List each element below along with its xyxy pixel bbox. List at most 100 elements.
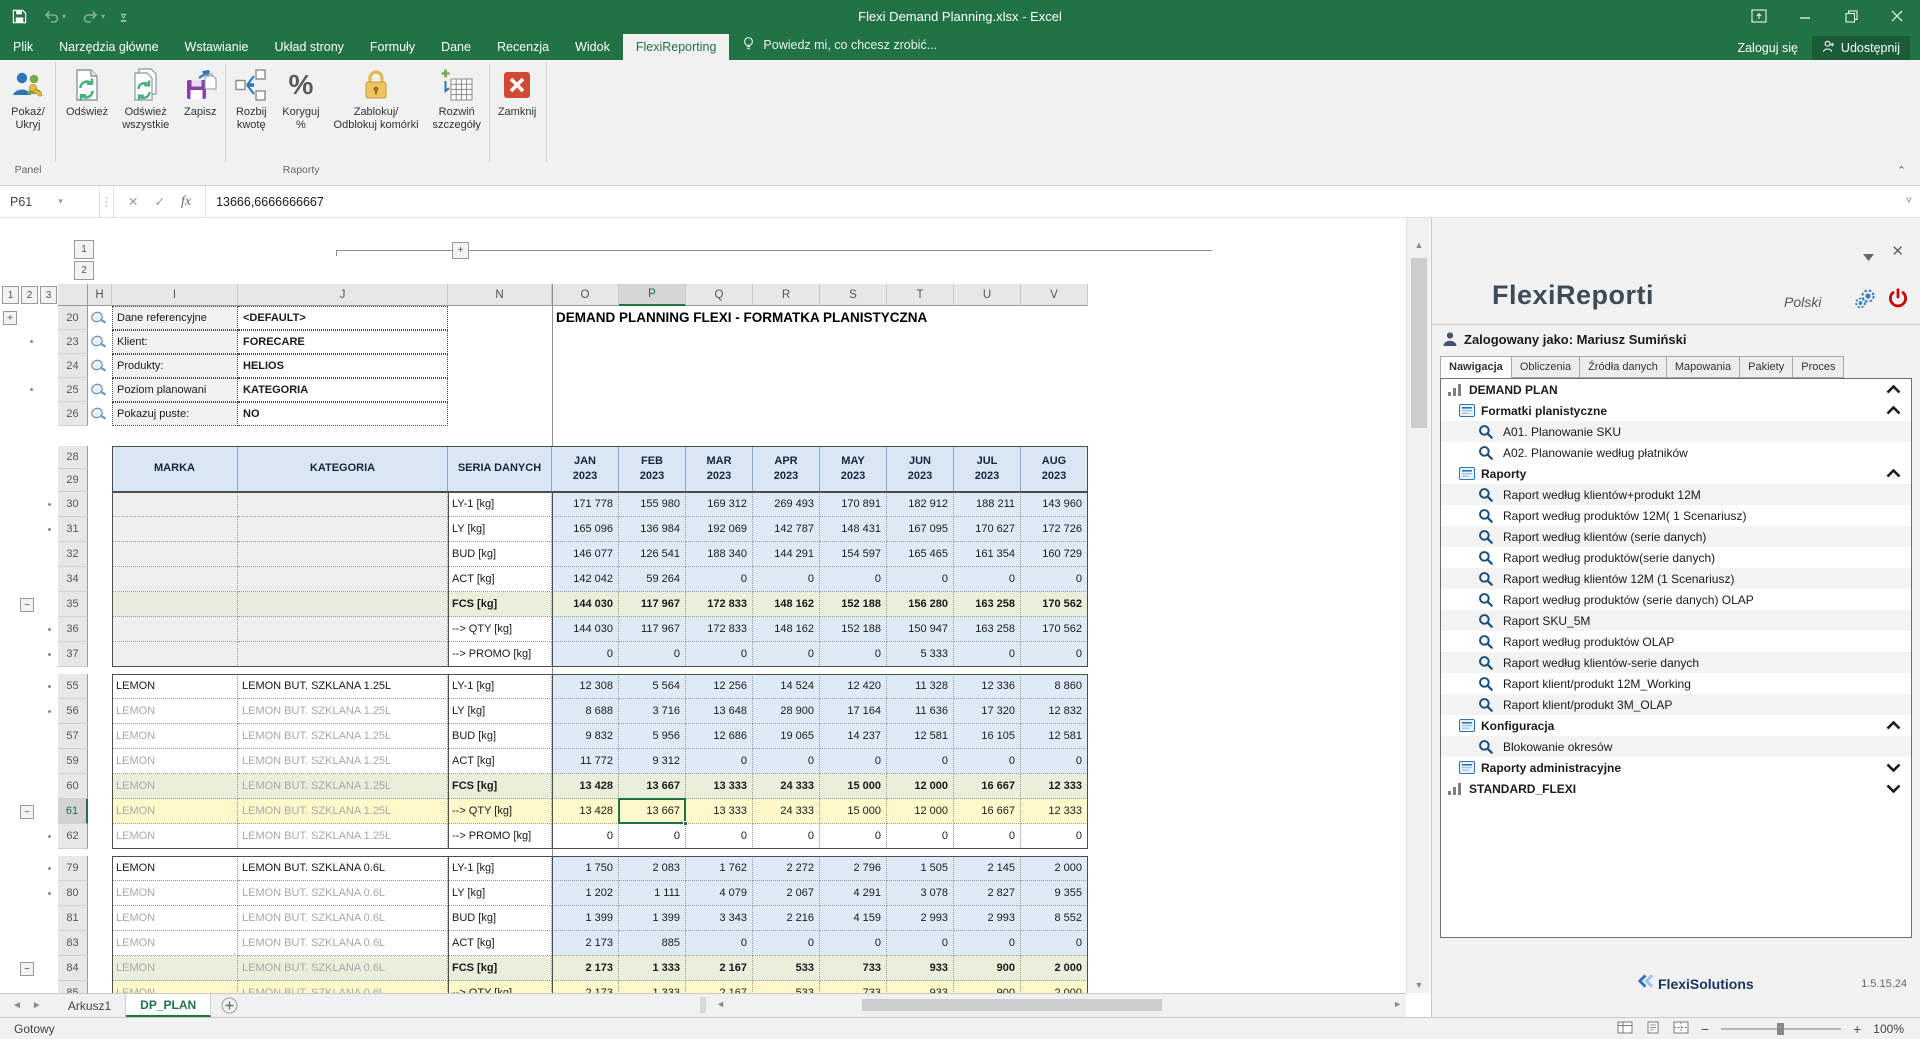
namebox-dropdown-icon[interactable]: ▾ bbox=[58, 196, 63, 207]
cell-Q55[interactable]: 12 256 bbox=[686, 674, 753, 699]
cell-U80[interactable]: 2 827 bbox=[954, 881, 1021, 906]
cell-S56[interactable]: 17 164 bbox=[820, 699, 887, 724]
cell-V34[interactable]: 0 bbox=[1021, 567, 1088, 592]
cell-U57[interactable]: 16 105 bbox=[954, 724, 1021, 749]
ribbon-button-poka-ukryj[interactable]: Pokaż/Ukryj bbox=[4, 62, 52, 164]
cell-marka-30[interactable] bbox=[112, 492, 238, 517]
cell-marka-56[interactable]: LEMON bbox=[112, 699, 238, 724]
cell-P80[interactable]: 1 111 bbox=[619, 881, 686, 906]
row-outline-level-1[interactable]: 1 bbox=[2, 286, 19, 304]
cell-seria-31[interactable]: LY [kg] bbox=[448, 517, 552, 542]
customize-qat-icon[interactable]: ▿̲ bbox=[121, 11, 126, 22]
tree-item-raporty-administracyjne[interactable]: Raporty administracyjne bbox=[1441, 757, 1911, 778]
tree-item-formatki-planistyczne[interactable]: Formatki planistyczne bbox=[1441, 400, 1911, 421]
cell-T79[interactable]: 1 505 bbox=[887, 856, 954, 881]
cell-T57[interactable]: 12 581 bbox=[887, 724, 954, 749]
cell-kategoria-55[interactable]: LEMON BUT. SZKLANA 1.25L bbox=[238, 674, 448, 699]
cell-T59[interactable]: 0 bbox=[887, 749, 954, 774]
scroll-up-icon[interactable]: ▲ bbox=[1407, 240, 1431, 250]
cell-P55[interactable]: 5 564 bbox=[619, 674, 686, 699]
cell-Q37[interactable]: 0 bbox=[686, 642, 753, 667]
ribbon-button-od-wie[interactable]: Odśwież bbox=[59, 62, 115, 164]
cell-P81[interactable]: 1 399 bbox=[619, 906, 686, 931]
cell-O37[interactable]: 0 bbox=[552, 642, 619, 667]
cell-V60[interactable]: 12 333 bbox=[1021, 774, 1088, 799]
cell-U34[interactable]: 0 bbox=[954, 567, 1021, 592]
sign-in-link[interactable]: Zaloguj się bbox=[1737, 41, 1797, 55]
row-number-25[interactable]: 25 bbox=[58, 378, 88, 402]
cell-S31[interactable]: 148 431 bbox=[820, 517, 887, 542]
cell-O80[interactable]: 1 202 bbox=[552, 881, 619, 906]
row-number-31[interactable]: 31 bbox=[58, 517, 88, 542]
cell-Q80[interactable]: 4 079 bbox=[686, 881, 753, 906]
cell-O56[interactable]: 8 688 bbox=[552, 699, 619, 724]
cell-marka-59[interactable]: LEMON bbox=[112, 749, 238, 774]
zoom-in-icon[interactable]: + bbox=[1853, 1021, 1861, 1037]
cell-O81[interactable]: 1 399 bbox=[552, 906, 619, 931]
cell-S30[interactable]: 170 891 bbox=[820, 492, 887, 517]
tab-recenzja[interactable]: Recenzja bbox=[484, 34, 562, 60]
cell-V80[interactable]: 9 355 bbox=[1021, 881, 1088, 906]
cell-R32[interactable]: 144 291 bbox=[753, 542, 820, 567]
power-logout-icon[interactable] bbox=[1888, 288, 1908, 313]
cell-kategoria-80[interactable]: LEMON BUT. SZKLANA 0.6L bbox=[238, 881, 448, 906]
save-icon[interactable] bbox=[12, 9, 27, 24]
cell-O30[interactable]: 171 778 bbox=[552, 492, 619, 517]
tab-flexireporting[interactable]: FlexiReporting bbox=[623, 34, 730, 60]
horizontal-scroll-thumb[interactable] bbox=[862, 999, 1162, 1011]
cell-O83[interactable]: 2 173 bbox=[552, 931, 619, 956]
cell-S36[interactable]: 152 188 bbox=[820, 617, 887, 642]
cell-kategoria-85[interactable]: LEMON BUT. SZKLANA 0.6L bbox=[238, 981, 448, 993]
cell-Q35[interactable]: 172 833 bbox=[686, 592, 753, 617]
cell-Q81[interactable]: 3 343 bbox=[686, 906, 753, 931]
cell-S37[interactable]: 0 bbox=[820, 642, 887, 667]
cell-R81[interactable]: 2 216 bbox=[753, 906, 820, 931]
cell-Q59[interactable]: 0 bbox=[686, 749, 753, 774]
pane-tab-proces[interactable]: Proces bbox=[1793, 356, 1844, 378]
row-number-61[interactable]: 61 bbox=[58, 799, 88, 824]
tab-uk-ad-strony[interactable]: Układ strony bbox=[261, 34, 356, 60]
cell-P37[interactable]: 0 bbox=[619, 642, 686, 667]
magnifier-icon[interactable] bbox=[90, 406, 107, 426]
pane-tab-mapowania[interactable]: Mapowania bbox=[1667, 356, 1740, 378]
cell-V79[interactable]: 2 000 bbox=[1021, 856, 1088, 881]
cell-kategoria-34[interactable] bbox=[238, 567, 448, 592]
row-number-28[interactable]: 28 bbox=[58, 446, 88, 469]
cell-R84[interactable]: 533 bbox=[753, 956, 820, 981]
column-header-T[interactable]: T bbox=[887, 284, 954, 306]
cell-seria-32[interactable]: BUD [kg] bbox=[448, 542, 552, 567]
cell-seria-37[interactable]: --> PROMO [kg] bbox=[448, 642, 552, 667]
scroll-down-icon[interactable]: ▼ bbox=[1407, 980, 1431, 990]
table-header-month-jan[interactable]: JAN2023 bbox=[552, 446, 619, 492]
cell-O32[interactable]: 146 077 bbox=[552, 542, 619, 567]
cell-O34[interactable]: 142 042 bbox=[552, 567, 619, 592]
cell-P85[interactable]: 1 333 bbox=[619, 981, 686, 993]
cell-seria-30[interactable]: LY-1 [kg] bbox=[448, 492, 552, 517]
tree-item-demand-plan[interactable]: DEMAND PLAN bbox=[1441, 379, 1911, 400]
cell-O79[interactable]: 1 750 bbox=[552, 856, 619, 881]
sheet-tab-dp-plan[interactable]: DP_PLAN bbox=[126, 994, 211, 1017]
row-number-79[interactable]: 79 bbox=[58, 856, 88, 881]
cell-V59[interactable]: 0 bbox=[1021, 749, 1088, 774]
pane-tab-r-d-a-danych[interactable]: Źródła danych bbox=[1580, 356, 1667, 378]
cell-V30[interactable]: 143 960 bbox=[1021, 492, 1088, 517]
tree-item-raport-wed-ug-klient-w-serie-danych[interactable]: Raport według klientów (serie danych) bbox=[1441, 526, 1911, 547]
magnifier-icon[interactable] bbox=[90, 334, 107, 354]
table-header-month-feb[interactable]: FEB2023 bbox=[619, 446, 686, 492]
row-number-62[interactable]: 62 bbox=[58, 824, 88, 849]
ribbon-button-zapisz[interactable]: Zapisz bbox=[176, 62, 224, 164]
tree-item-raporty[interactable]: Raporty bbox=[1441, 463, 1911, 484]
row-number-34[interactable]: 34 bbox=[58, 567, 88, 592]
header-corner[interactable] bbox=[58, 284, 88, 306]
cell-R57[interactable]: 19 065 bbox=[753, 724, 820, 749]
cell-V61[interactable]: 12 333 bbox=[1021, 799, 1088, 824]
cell-R61[interactable]: 24 333 bbox=[753, 799, 820, 824]
cell-seria-36[interactable]: --> QTY [kg] bbox=[448, 617, 552, 642]
chevron-down-icon[interactable] bbox=[1886, 782, 1901, 796]
cell-V84[interactable]: 2 000 bbox=[1021, 956, 1088, 981]
namebox-splitter[interactable]: ⋮ bbox=[100, 186, 114, 217]
zoom-slider-thumb[interactable] bbox=[1777, 1023, 1784, 1035]
cell-T30[interactable]: 182 912 bbox=[887, 492, 954, 517]
cell-U60[interactable]: 16 667 bbox=[954, 774, 1021, 799]
row-number-32[interactable]: 32 bbox=[58, 542, 88, 567]
